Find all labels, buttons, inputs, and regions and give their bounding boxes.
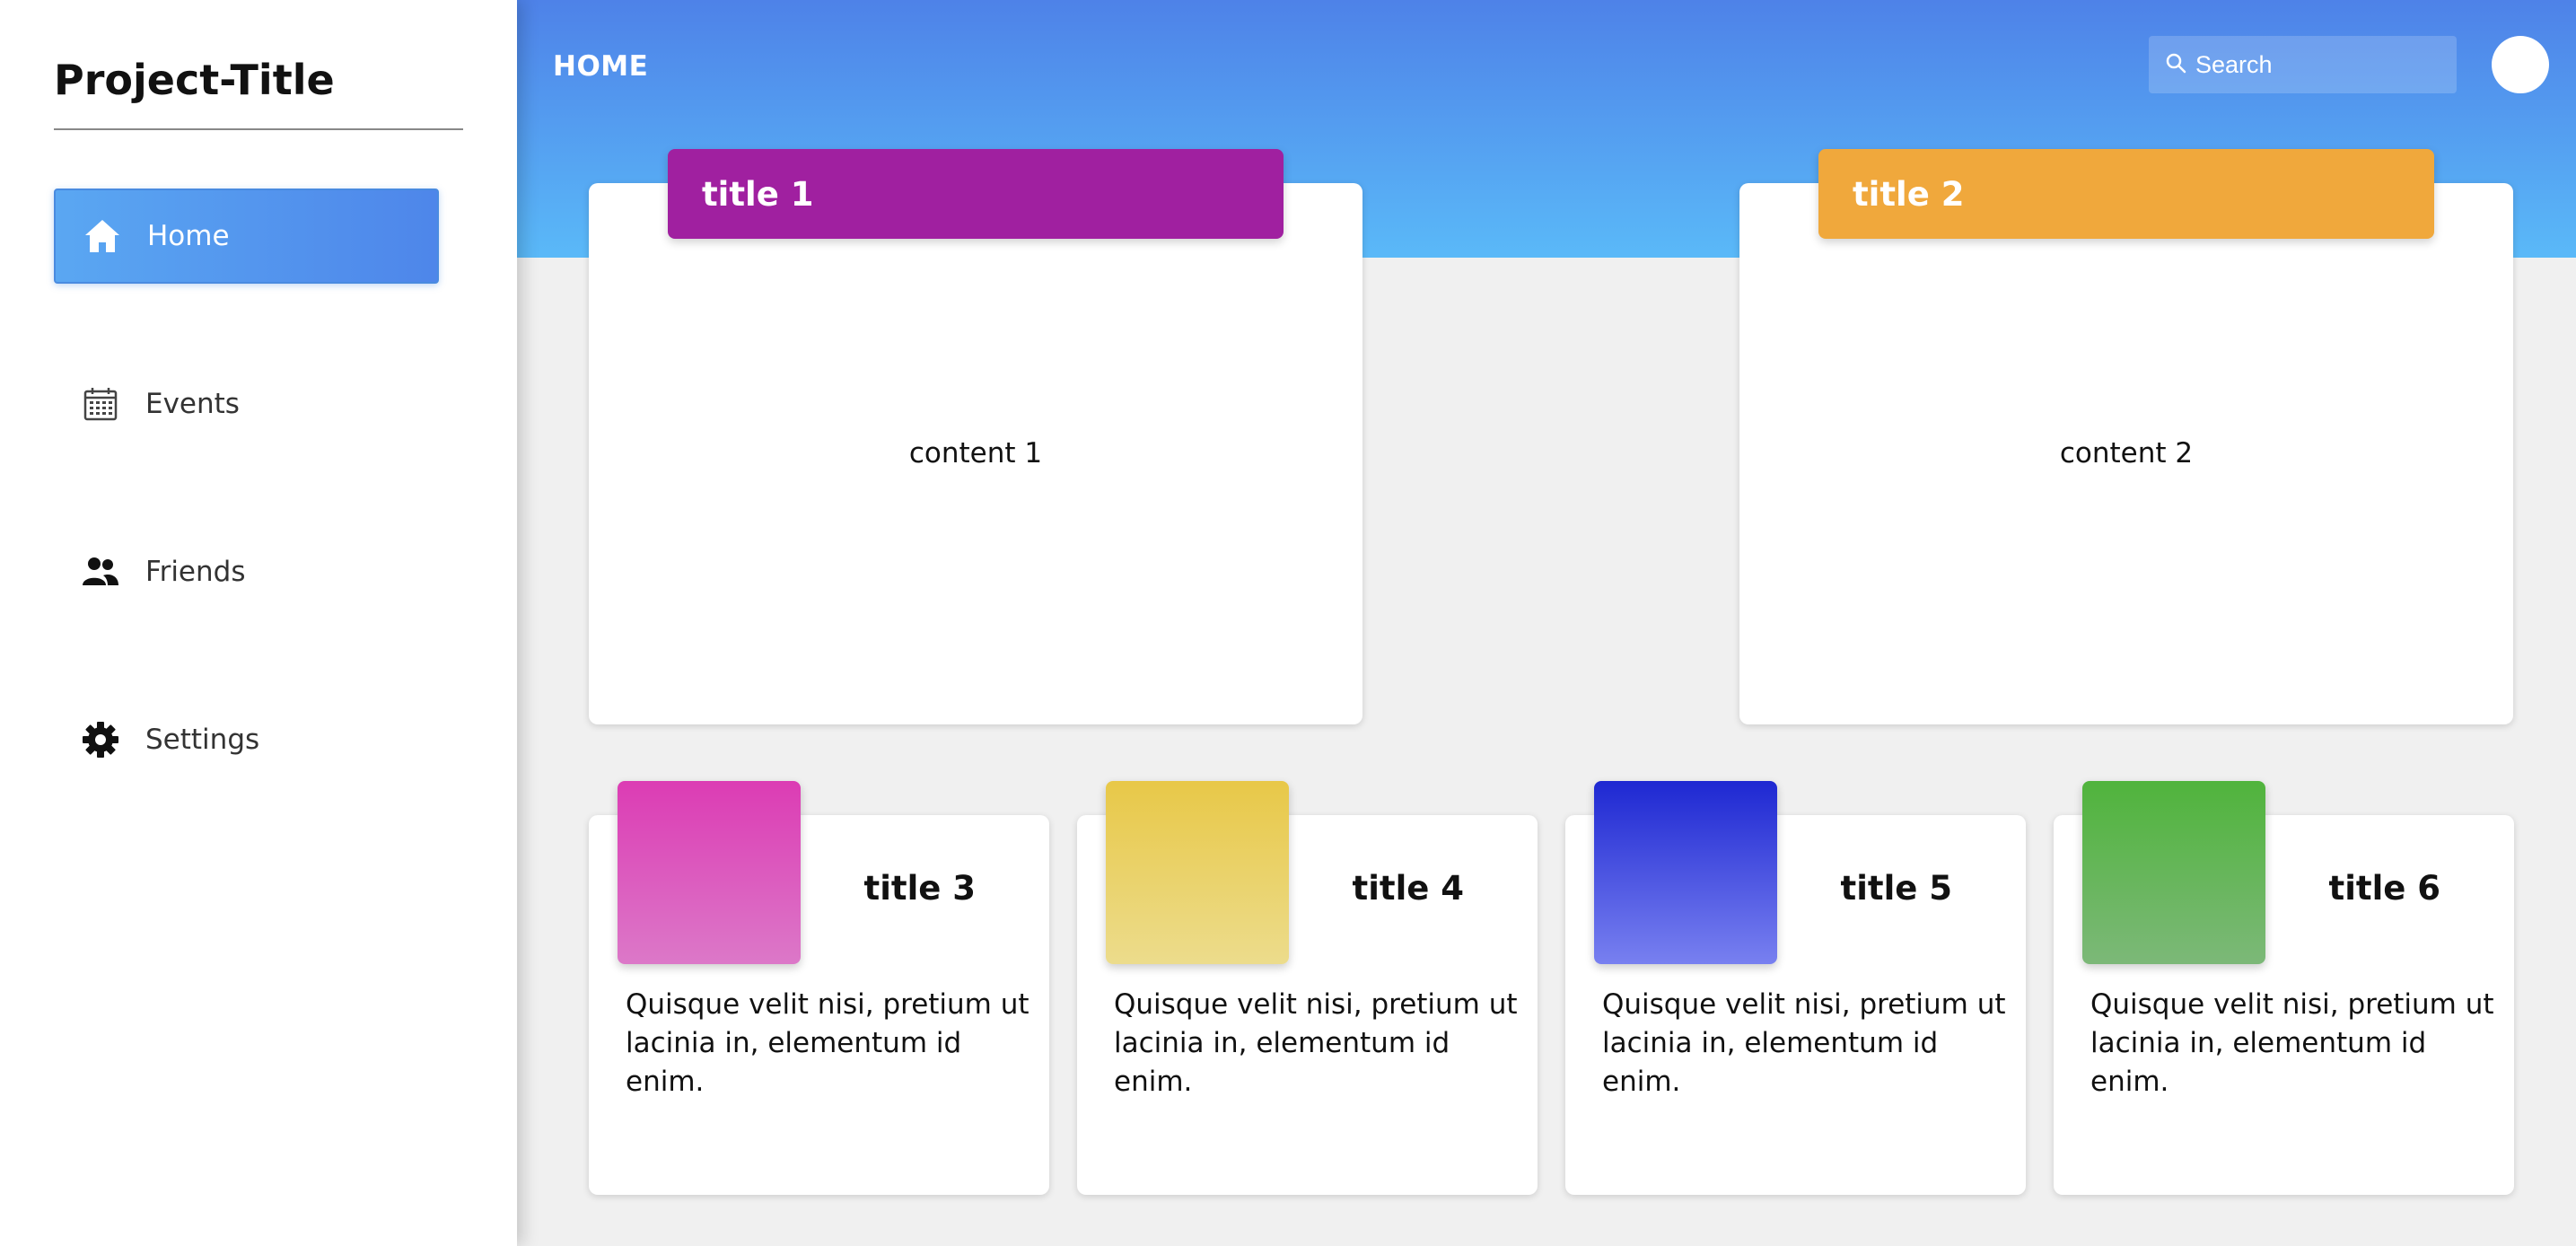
content-card-1: content 1 xyxy=(589,183,1362,724)
card-title: title 4 xyxy=(1352,869,1464,908)
gear-icon xyxy=(81,720,120,759)
card-title: title 5 xyxy=(1840,869,1952,908)
card-title: title 6 xyxy=(2328,869,2440,908)
page-title: HOME xyxy=(553,50,649,83)
friends-icon xyxy=(81,552,120,592)
card-image-3 xyxy=(618,781,801,964)
avatar[interactable] xyxy=(2492,36,2549,93)
card-image-4 xyxy=(1106,781,1289,964)
card-text: Quisque velit nisi, pretium ut lacinia i… xyxy=(1602,988,2006,1098)
search-icon xyxy=(2165,52,2186,77)
search-box[interactable] xyxy=(2149,36,2457,93)
card-title-tab-1: title 1 xyxy=(668,149,1284,239)
card-text: Quisque velit nisi, pretium ut lacinia i… xyxy=(1114,988,1518,1098)
card-text: Quisque velit nisi, pretium ut lacinia i… xyxy=(626,988,1030,1098)
card-title-tab-2: title 2 xyxy=(1818,149,2434,239)
card-image-5 xyxy=(1594,781,1777,964)
calendar-icon xyxy=(81,384,120,424)
card-title: title 1 xyxy=(702,174,814,214)
card-content: content 1 xyxy=(908,437,1043,469)
sidebar-item-label: Events xyxy=(145,388,240,420)
search-input[interactable] xyxy=(2195,50,2447,79)
card-title: title 3 xyxy=(863,869,976,908)
sidebar-item-label: Home xyxy=(147,220,230,252)
content-card-2: content 2 xyxy=(1739,183,2513,724)
home-icon xyxy=(83,216,122,256)
project-title: Project-Title xyxy=(54,56,335,104)
sidebar-divider xyxy=(54,128,463,130)
sidebar-item-settings[interactable]: Settings xyxy=(54,692,439,787)
sidebar-item-home[interactable]: Home xyxy=(54,189,439,284)
sidebar-item-label: Friends xyxy=(145,556,246,588)
sidebar-item-friends[interactable]: Friends xyxy=(54,524,439,619)
sidebar-item-events[interactable]: Events xyxy=(54,356,439,452)
card-content: content 2 xyxy=(2059,437,2194,469)
card-title: title 2 xyxy=(1853,174,1965,214)
sidebar: Project-Title Home Events Friends Settin… xyxy=(0,0,517,1246)
sidebar-item-label: Settings xyxy=(145,724,260,756)
card-image-6 xyxy=(2082,781,2265,964)
card-text: Quisque velit nisi, pretium ut lacinia i… xyxy=(2090,988,2494,1098)
